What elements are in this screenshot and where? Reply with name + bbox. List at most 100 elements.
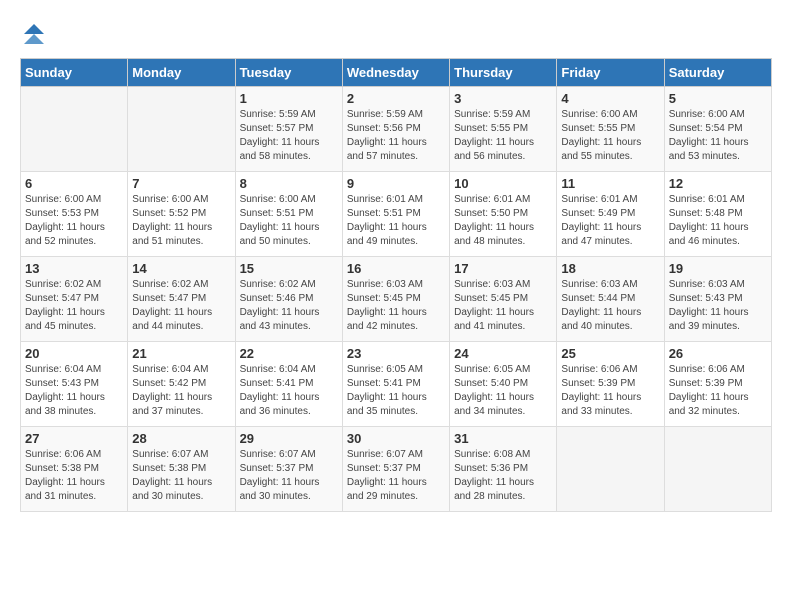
- calendar-cell: 6 Sunrise: 6:00 AMSunset: 5:53 PMDaylight…: [21, 172, 128, 257]
- day-number: 11: [561, 176, 659, 191]
- calendar-header-row: SundayMondayTuesdayWednesdayThursdayFrid…: [21, 59, 772, 87]
- day-number: 8: [240, 176, 338, 191]
- calendar-cell: 21Sunrise: 6:04 AMSunset: 5:42 PMDayligh…: [128, 342, 235, 427]
- day-info: Sunrise: 6:01 AMSunset: 5:51 PMDaylight:…: [347, 193, 445, 249]
- calendar-table: SundayMondayTuesdayWednesdayThursdayFrid…: [20, 58, 772, 512]
- calendar-cell: 27 Sunrise: 6:06 AMSunset: 5:38 PMDayligh…: [21, 427, 128, 512]
- day-info: Sunrise: 6:01 AMSunset: 5:50 PMDaylight:…: [454, 193, 552, 249]
- calendar-week-4: 20 Sunrise: 6:04 AMSunset: 5:43 PMDayligh…: [21, 342, 772, 427]
- day-header-tuesday: Tuesday: [235, 59, 342, 87]
- logo-icon: [20, 20, 48, 48]
- day-number: 30: [347, 431, 445, 446]
- calendar-cell: 19Sunrise: 6:03 AMSunset: 5:43 PMDayligh…: [664, 257, 771, 342]
- calendar-cell: [664, 427, 771, 512]
- day-info: Sunrise: 6:04 AMSunset: 5:42 PMDaylight:…: [132, 363, 230, 419]
- day-info: Sunrise: 6:05 AMSunset: 5:41 PMDaylight:…: [347, 363, 445, 419]
- day-number: 25: [561, 346, 659, 361]
- calendar-cell: 8 Sunrise: 6:00 AMSunset: 5:51 PMDaylight…: [235, 172, 342, 257]
- day-number: 15: [240, 261, 338, 276]
- day-number: 28: [132, 431, 230, 446]
- logo: [20, 20, 52, 48]
- day-info: Sunrise: 6:04 AMSunset: 5:41 PMDaylight:…: [240, 363, 338, 419]
- day-number: 18: [561, 261, 659, 276]
- day-info: Sunrise: 6:01 AMSunset: 5:49 PMDaylight:…: [561, 193, 659, 249]
- calendar-cell: [21, 87, 128, 172]
- day-number: 6: [25, 176, 123, 191]
- calendar-cell: 16 Sunrise: 6:03 AMSunset: 5:45 PMDayligh…: [342, 257, 449, 342]
- calendar-cell: 2 Sunrise: 5:59 AMSunset: 5:56 PMDaylight…: [342, 87, 449, 172]
- calendar-cell: 23 Sunrise: 6:05 AMSunset: 5:41 PMDayligh…: [342, 342, 449, 427]
- day-number: 29: [240, 431, 338, 446]
- calendar-cell: 7Sunrise: 6:00 AMSunset: 5:52 PMDaylight…: [128, 172, 235, 257]
- day-number: 16: [347, 261, 445, 276]
- calendar-cell: 1Sunrise: 5:59 AMSunset: 5:57 PMDaylight…: [235, 87, 342, 172]
- day-info: Sunrise: 6:07 AMSunset: 5:37 PMDaylight:…: [347, 448, 445, 504]
- calendar-cell: 9 Sunrise: 6:01 AMSunset: 5:51 PMDaylight…: [342, 172, 449, 257]
- day-info: Sunrise: 6:02 AMSunset: 5:46 PMDaylight:…: [240, 278, 338, 334]
- day-number: 12: [669, 176, 767, 191]
- calendar-cell: 13 Sunrise: 6:02 AMSunset: 5:47 PMDayligh…: [21, 257, 128, 342]
- day-info: Sunrise: 5:59 AMSunset: 5:57 PMDaylight:…: [240, 108, 338, 164]
- day-info: Sunrise: 6:03 AMSunset: 5:45 PMDaylight:…: [347, 278, 445, 334]
- day-info: Sunrise: 6:08 AMSunset: 5:36 PMDaylight:…: [454, 448, 552, 504]
- day-number: 9: [347, 176, 445, 191]
- day-number: 4: [561, 91, 659, 106]
- calendar-cell: 14Sunrise: 6:02 AMSunset: 5:47 PMDayligh…: [128, 257, 235, 342]
- calendar-cell: 31 Sunrise: 6:08 AMSunset: 5:36 PMDayligh…: [450, 427, 557, 512]
- day-header-wednesday: Wednesday: [342, 59, 449, 87]
- calendar-cell: 30 Sunrise: 6:07 AMSunset: 5:37 PMDayligh…: [342, 427, 449, 512]
- calendar-cell: [128, 87, 235, 172]
- day-header-monday: Monday: [128, 59, 235, 87]
- calendar-cell: 15 Sunrise: 6:02 AMSunset: 5:46 PMDayligh…: [235, 257, 342, 342]
- day-info: Sunrise: 6:06 AMSunset: 5:39 PMDaylight:…: [561, 363, 659, 419]
- calendar-cell: 18 Sunrise: 6:03 AMSunset: 5:44 PMDayligh…: [557, 257, 664, 342]
- day-number: 24: [454, 346, 552, 361]
- day-info: Sunrise: 6:03 AMSunset: 5:44 PMDaylight:…: [561, 278, 659, 334]
- day-info: Sunrise: 6:03 AMSunset: 5:45 PMDaylight:…: [454, 278, 552, 334]
- day-number: 14: [132, 261, 230, 276]
- calendar-cell: 3Sunrise: 5:59 AMSunset: 5:55 PMDaylight…: [450, 87, 557, 172]
- day-info: Sunrise: 6:07 AMSunset: 5:38 PMDaylight:…: [132, 448, 230, 504]
- day-number: 19: [669, 261, 767, 276]
- day-info: Sunrise: 6:02 AMSunset: 5:47 PMDaylight:…: [25, 278, 123, 334]
- calendar-week-3: 13 Sunrise: 6:02 AMSunset: 5:47 PMDayligh…: [21, 257, 772, 342]
- calendar-cell: [557, 427, 664, 512]
- calendar-week-5: 27 Sunrise: 6:06 AMSunset: 5:38 PMDayligh…: [21, 427, 772, 512]
- calendar-cell: 11 Sunrise: 6:01 AMSunset: 5:49 PMDayligh…: [557, 172, 664, 257]
- day-header-friday: Friday: [557, 59, 664, 87]
- day-info: Sunrise: 6:07 AMSunset: 5:37 PMDaylight:…: [240, 448, 338, 504]
- day-number: 20: [25, 346, 123, 361]
- page-header: [20, 20, 772, 48]
- calendar-cell: 26Sunrise: 6:06 AMSunset: 5:39 PMDayligh…: [664, 342, 771, 427]
- day-number: 10: [454, 176, 552, 191]
- day-number: 5: [669, 91, 767, 106]
- day-number: 23: [347, 346, 445, 361]
- calendar-cell: 10 Sunrise: 6:01 AMSunset: 5:50 PMDayligh…: [450, 172, 557, 257]
- day-number: 13: [25, 261, 123, 276]
- calendar-cell: 20 Sunrise: 6:04 AMSunset: 5:43 PMDayligh…: [21, 342, 128, 427]
- calendar-cell: 22Sunrise: 6:04 AMSunset: 5:41 PMDayligh…: [235, 342, 342, 427]
- day-number: 17: [454, 261, 552, 276]
- day-number: 3: [454, 91, 552, 106]
- day-info: Sunrise: 6:06 AMSunset: 5:38 PMDaylight:…: [25, 448, 123, 504]
- day-header-sunday: Sunday: [21, 59, 128, 87]
- calendar-cell: 28 Sunrise: 6:07 AMSunset: 5:38 PMDayligh…: [128, 427, 235, 512]
- day-number: 2: [347, 91, 445, 106]
- day-info: Sunrise: 6:06 AMSunset: 5:39 PMDaylight:…: [669, 363, 767, 419]
- day-info: Sunrise: 5:59 AMSunset: 5:56 PMDaylight:…: [347, 108, 445, 164]
- calendar-cell: 24 Sunrise: 6:05 AMSunset: 5:40 PMDayligh…: [450, 342, 557, 427]
- calendar-cell: 5Sunrise: 6:00 AMSunset: 5:54 PMDaylight…: [664, 87, 771, 172]
- day-info: Sunrise: 6:05 AMSunset: 5:40 PMDaylight:…: [454, 363, 552, 419]
- day-number: 31: [454, 431, 552, 446]
- calendar-week-2: 6 Sunrise: 6:00 AMSunset: 5:53 PMDaylight…: [21, 172, 772, 257]
- day-info: Sunrise: 6:01 AMSunset: 5:48 PMDaylight:…: [669, 193, 767, 249]
- day-info: Sunrise: 6:00 AMSunset: 5:52 PMDaylight:…: [132, 193, 230, 249]
- day-number: 27: [25, 431, 123, 446]
- day-info: Sunrise: 6:00 AMSunset: 5:51 PMDaylight:…: [240, 193, 338, 249]
- day-info: Sunrise: 6:00 AMSunset: 5:53 PMDaylight:…: [25, 193, 123, 249]
- calendar-cell: 17 Sunrise: 6:03 AMSunset: 5:45 PMDayligh…: [450, 257, 557, 342]
- day-header-saturday: Saturday: [664, 59, 771, 87]
- day-header-thursday: Thursday: [450, 59, 557, 87]
- calendar-week-1: 1Sunrise: 5:59 AMSunset: 5:57 PMDaylight…: [21, 87, 772, 172]
- day-info: Sunrise: 6:04 AMSunset: 5:43 PMDaylight:…: [25, 363, 123, 419]
